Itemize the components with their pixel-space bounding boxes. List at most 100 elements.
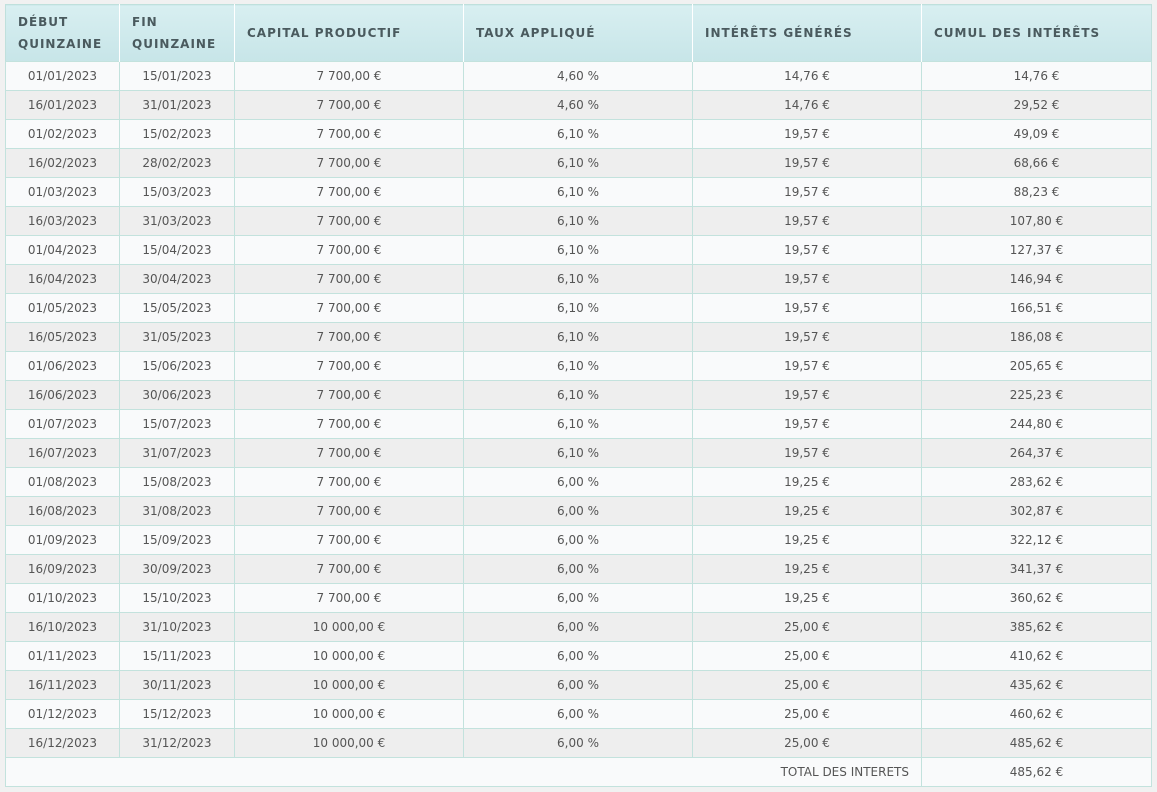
- cell-fin: 31/10/2023: [119, 612, 235, 642]
- cell-debut: 01/03/2023: [5, 177, 120, 207]
- cell-taux: 6,00 %: [463, 554, 693, 584]
- cell-cumul: 341,37 €: [921, 554, 1152, 584]
- cell-taux: 6,00 %: [463, 496, 693, 526]
- cell-interets: 25,00 €: [692, 670, 922, 700]
- cell-fin: 30/11/2023: [119, 670, 235, 700]
- cell-debut: 16/10/2023: [5, 612, 120, 642]
- table-row: 01/11/2023 15/11/2023 10 000,00 €6,00 % 25,…: [5, 641, 1152, 671]
- table-row: 01/12/2023 15/12/2023 10 000,00 €6,00 % 25,…: [5, 699, 1152, 729]
- cell-debut: 01/02/2023: [5, 119, 120, 149]
- cell-taux: 6,10 %: [463, 148, 693, 178]
- cell-interets: 19,57 €: [692, 206, 922, 236]
- cell-debut: 01/01/2023: [5, 61, 120, 91]
- cell-debut: 01/11/2023: [5, 641, 120, 671]
- cell-taux: 6,10 %: [463, 264, 693, 294]
- cell-debut: 16/02/2023: [5, 148, 120, 178]
- cell-cumul: 127,37 €: [921, 235, 1152, 265]
- cell-capital: 10 000,00 €: [234, 699, 464, 729]
- cell-debut: 01/09/2023: [5, 525, 120, 555]
- total-label: TOTAL DES INTERETS: [5, 757, 922, 787]
- cell-interets: 19,25 €: [692, 467, 922, 497]
- cell-capital: 7 700,00 €: [234, 409, 464, 439]
- cell-taux: 6,10 %: [463, 380, 693, 410]
- cell-interets: 25,00 €: [692, 612, 922, 642]
- cell-cumul: 225,23 €: [921, 380, 1152, 410]
- cell-interets: 25,00 €: [692, 728, 922, 758]
- cell-debut: 16/03/2023: [5, 206, 120, 236]
- interest-table: DÉBUT QUINZAINE FIN QUINZAINE CAPITAL PR…: [5, 4, 1152, 787]
- cell-fin: 15/07/2023: [119, 409, 235, 439]
- cell-fin: 31/01/2023: [119, 90, 235, 120]
- cell-debut: 16/04/2023: [5, 264, 120, 294]
- cell-capital: 7 700,00 €: [234, 206, 464, 236]
- cell-taux: 6,10 %: [463, 351, 693, 381]
- cell-debut: 01/12/2023: [5, 699, 120, 729]
- cell-debut: 16/08/2023: [5, 496, 120, 526]
- cell-fin: 15/09/2023: [119, 525, 235, 555]
- cell-taux: 6,00 %: [463, 699, 693, 729]
- cell-cumul: 322,12 €: [921, 525, 1152, 555]
- cell-debut: 16/01/2023: [5, 90, 120, 120]
- table-row: 01/05/2023 15/05/2023 7 700,00 €6,10 % 19,5…: [5, 293, 1152, 323]
- cell-fin: 31/08/2023: [119, 496, 235, 526]
- cell-interets: 19,57 €: [692, 351, 922, 381]
- cell-taux: 6,10 %: [463, 206, 693, 236]
- cell-cumul: 485,62 €: [921, 728, 1152, 758]
- cell-debut: 01/04/2023: [5, 235, 120, 265]
- cell-interets: 14,76 €: [692, 61, 922, 91]
- cell-interets: 19,25 €: [692, 525, 922, 555]
- table-row: 16/05/2023 31/05/2023 7 700,00 €6,10 % 19,5…: [5, 322, 1152, 352]
- table-body: 01/01/2023 15/01/2023 7 700,00 €4,60 % 14,7…: [5, 61, 1152, 758]
- table-row: 01/07/2023 15/07/2023 7 700,00 €6,10 % 19,5…: [5, 409, 1152, 439]
- table-row: 16/04/2023 30/04/2023 7 700,00 €6,10 % 19,5…: [5, 264, 1152, 294]
- cell-capital: 7 700,00 €: [234, 293, 464, 323]
- cell-capital: 7 700,00 €: [234, 235, 464, 265]
- cell-taux: 6,10 %: [463, 177, 693, 207]
- cell-cumul: 49,09 €: [921, 119, 1152, 149]
- cell-taux: 6,10 %: [463, 119, 693, 149]
- cell-cumul: 88,23 €: [921, 177, 1152, 207]
- cell-capital: 10 000,00 €: [234, 612, 464, 642]
- cell-interets: 25,00 €: [692, 699, 922, 729]
- cell-taux: 6,00 %: [463, 612, 693, 642]
- cell-capital: 7 700,00 €: [234, 90, 464, 120]
- cell-capital: 7 700,00 €: [234, 119, 464, 149]
- cell-taux: 4,60 %: [463, 61, 693, 91]
- cell-taux: 6,10 %: [463, 409, 693, 439]
- cell-interets: 14,76 €: [692, 90, 922, 120]
- cell-debut: 16/05/2023: [5, 322, 120, 352]
- table-row: 16/01/2023 31/01/2023 7 700,00 €4,60 % 14,7…: [5, 90, 1152, 120]
- cell-capital: 7 700,00 €: [234, 438, 464, 468]
- table-row: 01/06/2023 15/06/2023 7 700,00 €6,10 % 19,5…: [5, 351, 1152, 381]
- table-row: 16/07/2023 31/07/2023 7 700,00 €6,10 % 19,5…: [5, 438, 1152, 468]
- cell-interets: 19,57 €: [692, 438, 922, 468]
- header-fin: FIN QUINZAINE: [119, 4, 235, 62]
- cell-cumul: 146,94 €: [921, 264, 1152, 294]
- header-taux: TAUX APPLIQUÉ: [463, 4, 693, 62]
- cell-fin: 15/06/2023: [119, 351, 235, 381]
- cell-debut: 16/07/2023: [5, 438, 120, 468]
- cell-capital: 7 700,00 €: [234, 177, 464, 207]
- cell-interets: 19,57 €: [692, 409, 922, 439]
- cell-fin: 30/09/2023: [119, 554, 235, 584]
- cell-taux: 6,10 %: [463, 322, 693, 352]
- cell-capital: 7 700,00 €: [234, 61, 464, 91]
- cell-capital: 7 700,00 €: [234, 583, 464, 613]
- table-row: 01/08/2023 15/08/2023 7 700,00 €6,00 % 19,2…: [5, 467, 1152, 497]
- cell-cumul: 244,80 €: [921, 409, 1152, 439]
- header-cumul: CUMUL DES INTÉRÊTS: [921, 4, 1152, 62]
- table-row: 01/03/2023 15/03/2023 7 700,00 €6,10 % 19,5…: [5, 177, 1152, 207]
- cell-interets: 19,57 €: [692, 235, 922, 265]
- table-row: 16/03/2023 31/03/2023 7 700,00 €6,10 % 19,5…: [5, 206, 1152, 236]
- cell-interets: 25,00 €: [692, 641, 922, 671]
- cell-interets: 19,57 €: [692, 293, 922, 323]
- cell-fin: 15/02/2023: [119, 119, 235, 149]
- cell-capital: 7 700,00 €: [234, 351, 464, 381]
- cell-fin: 15/12/2023: [119, 699, 235, 729]
- cell-taux: 6,00 %: [463, 728, 693, 758]
- cell-debut: 16/09/2023: [5, 554, 120, 584]
- table-row: 01/09/2023 15/09/2023 7 700,00 €6,00 % 19,2…: [5, 525, 1152, 555]
- table-row: 16/02/2023 28/02/2023 7 700,00 €6,10 % 19,5…: [5, 148, 1152, 178]
- cell-fin: 30/04/2023: [119, 264, 235, 294]
- cell-interets: 19,57 €: [692, 322, 922, 352]
